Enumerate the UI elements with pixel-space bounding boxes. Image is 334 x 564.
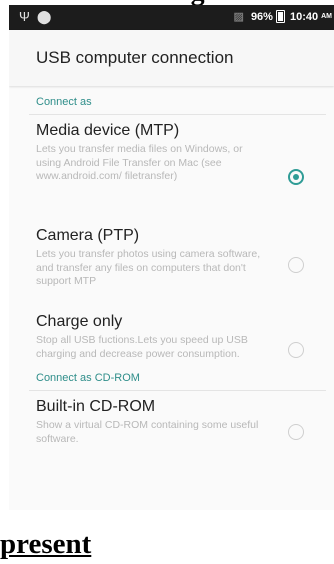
option-title: Charge only: [36, 313, 123, 330]
clock-ampm: AM: [321, 13, 332, 20]
option-summary: Show a virtual CD-ROM containing some us…: [36, 419, 259, 445]
status-bar-left: Ψ ⬤: [19, 9, 51, 25]
option-summary: Stop all USB fuctions.Lets you speed up …: [36, 334, 248, 360]
option-mtp[interactable]: Media device (MTP) Lets you transfer med…: [9, 122, 334, 208]
caption-bottom-text: present: [0, 528, 92, 560]
page-title: USB computer connection: [36, 48, 234, 67]
option-title: Media device (MTP): [36, 122, 180, 139]
option-summary: Lets you transfer media files on Windows…: [36, 143, 243, 182]
app-header: USB computer connection: [9, 30, 334, 86]
battery-icon: [275, 10, 285, 23]
usb-icon: Ψ: [19, 9, 30, 24]
phone-screen: Ψ ⬤ ▨ 96% 10:40 AM USB computer connecti…: [9, 5, 334, 510]
clock-time: 10:40: [289, 10, 319, 23]
status-bar: Ψ ⬤ ▨ 96% 10:40 AM: [9, 5, 334, 30]
option-ptp[interactable]: Camera (PTP) Lets you transfer photos us…: [9, 227, 334, 299]
android-debug-icon: ⬤: [36, 9, 52, 24]
option-title: Built-in CD-ROM: [36, 398, 156, 415]
option-summary: Lets you transfer photos using camera so…: [36, 248, 261, 287]
section-header-cd-rom: Connect as CD-ROM: [36, 372, 140, 384]
radio-mtp[interactable]: [288, 169, 304, 185]
radio-ptp[interactable]: [288, 257, 304, 273]
option-title: Camera (PTP): [36, 227, 140, 244]
battery-percent: 96%: [250, 10, 273, 23]
no-sim-icon: ▨: [233, 11, 244, 23]
section-header-connect-as: Connect as: [36, 96, 92, 108]
radio-charge-only[interactable]: [288, 342, 304, 358]
option-builtin-cd-rom[interactable]: Built-in CD-ROM Show a virtual CD-ROM co…: [9, 398, 334, 454]
section-divider: [29, 390, 326, 391]
radio-builtin-cd-rom[interactable]: [288, 424, 304, 440]
status-bar-right: ▨ 96% 10:40 AM: [234, 10, 332, 23]
section-divider: [29, 114, 326, 115]
